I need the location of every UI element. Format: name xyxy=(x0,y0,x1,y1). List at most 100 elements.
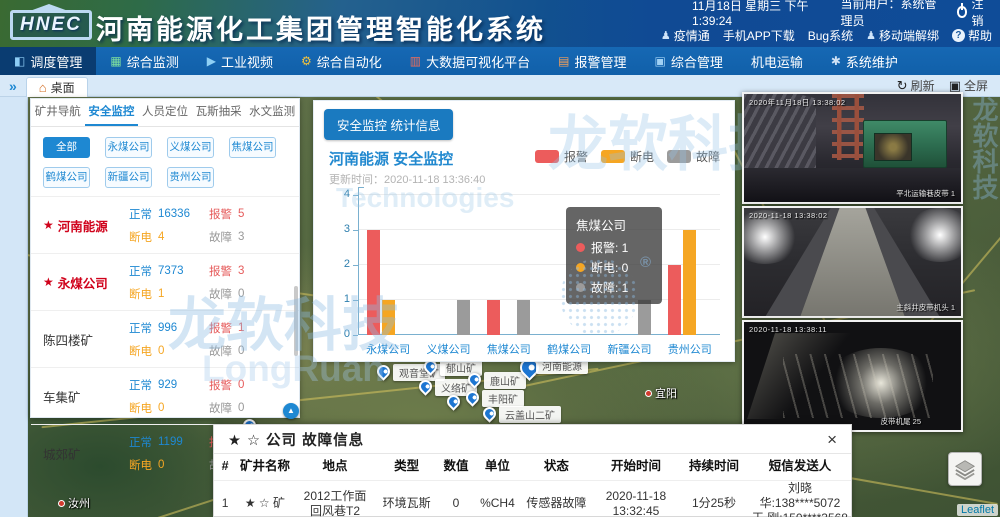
collapse-sidebar-button[interactable]: » xyxy=(0,78,26,94)
legend-swatch xyxy=(535,150,559,163)
filter-button-5[interactable]: 鹤煤公司 xyxy=(43,167,90,188)
camera-feed-2[interactable]: 2020-11-18 13:38:02 主斜井皮带机头 1 xyxy=(742,206,963,318)
stat-fault: 故障3 xyxy=(209,229,289,245)
stat-value: 0 xyxy=(238,345,244,357)
bar-故障[interactable] xyxy=(638,300,651,335)
scrollbar[interactable] xyxy=(294,286,298,356)
stat-label: 报警 xyxy=(209,263,232,279)
fault-table-header: #矿井名称地点类型数值单位状态开始时间持续时间短信发送人 xyxy=(214,454,851,481)
nav-item-2[interactable]: ▦综合监测 xyxy=(96,47,192,75)
camera2-label: 主斜井皮带机头 1 xyxy=(896,302,955,313)
panel-tab-3[interactable]: 人员定位 xyxy=(138,99,192,126)
tab-desktop[interactable]: ⌂ 桌面 xyxy=(26,77,88,97)
map-pin[interactable]: 丰阳矿 xyxy=(466,391,479,404)
header-link-2[interactable]: 手机APP下载 xyxy=(723,27,795,44)
nav-item-icon: ✱ xyxy=(831,55,841,67)
star-icon: ★ xyxy=(43,218,54,232)
header-link-1[interactable]: ♟疫情通 xyxy=(661,27,710,44)
filter-button-1[interactable]: 全部 xyxy=(43,137,90,158)
table-row[interactable]: 1★ ☆ 矿2012工作面 回风巷T2环境瓦斯0%CH4传感器故障2020-11… xyxy=(214,481,851,517)
scroll-up-button[interactable]: ▲ xyxy=(283,403,299,419)
column-header-8: 开始时间 xyxy=(593,459,679,475)
collapsed-sidebar-strip xyxy=(0,97,28,517)
nav-item-5[interactable]: ▥大数据可视化平台 xyxy=(396,47,544,75)
bar-故障[interactable] xyxy=(517,300,530,335)
statistics-header-button[interactable]: 安全监控 统计信息 xyxy=(324,109,453,140)
filter-button-7[interactable]: 贵州公司 xyxy=(167,167,214,188)
panel-tab-2[interactable]: 安全监控 xyxy=(85,99,139,126)
nav-item-icon: ▣ xyxy=(654,55,665,67)
header-link-5[interactable]: ?帮助 xyxy=(952,27,992,44)
nav-item-label: 调度管理 xyxy=(30,52,82,71)
nav-item-8[interactable]: 机电运输 xyxy=(737,47,817,75)
nav-item-9[interactable]: ✱系统维护 xyxy=(817,47,912,75)
stat-value: 3 xyxy=(238,265,244,277)
map-pin[interactable]: 鹿山矿 xyxy=(468,373,481,386)
map-pin[interactable]: 观音堂矿 xyxy=(377,365,390,378)
panel-tab-1[interactable]: 矿井导航 xyxy=(31,99,85,126)
table-cell-7: 传感器故障 xyxy=(520,496,593,511)
company-name: ★永煤公司 xyxy=(43,273,129,292)
company-row[interactable]: ★河南能源正常16336报警5断电4故障3 xyxy=(31,196,299,253)
camera-feed-3[interactable]: 2020-11-18 13:38:11 皮带机尾 25 xyxy=(742,320,963,432)
fault-panel-title: ★ ☆ 公司 故障信息 xyxy=(228,429,364,450)
header-link-4[interactable]: ♟移动端解绑 xyxy=(866,27,939,44)
company-row[interactable]: 车集矿正常929报警0断电0故障0 xyxy=(31,367,299,424)
company-name-text: 城郊矿 xyxy=(43,444,81,463)
bar-故障[interactable] xyxy=(457,300,470,335)
filter-button-6[interactable]: 新疆公司 xyxy=(105,167,152,188)
legend-item[interactable]: 断电 xyxy=(601,148,654,165)
city-name: 汝州 xyxy=(68,495,90,511)
map-pin[interactable]: 义络矿 xyxy=(419,380,432,393)
close-icon[interactable]: × xyxy=(827,431,837,448)
nav-item-1[interactable]: ◧ 调度管理 xyxy=(0,47,96,75)
filter-button-3[interactable]: 义煤公司 xyxy=(167,137,214,158)
bar-报警[interactable] xyxy=(668,265,681,335)
bar-报警[interactable] xyxy=(367,230,380,335)
stat-fault: 故障0 xyxy=(209,343,289,359)
person-icon: ♟ xyxy=(661,29,671,42)
nav-item-3[interactable]: ▶工业视频 xyxy=(193,47,287,75)
nav-item-6[interactable]: ▤报警管理 xyxy=(544,47,640,75)
nav-item-7[interactable]: ▣ 综合管理 xyxy=(640,47,736,75)
table-cell-5: 0 xyxy=(437,496,475,511)
table-cell-9: 1分25秒 xyxy=(679,496,749,511)
panel-tab-4[interactable]: 瓦斯抽采 xyxy=(192,99,246,126)
bar-断电[interactable] xyxy=(683,230,696,335)
nav-item-icon: ◧ xyxy=(14,55,25,67)
fullscreen-label: 全屏 xyxy=(964,77,988,94)
map-layers-button[interactable] xyxy=(948,452,982,486)
header-status-row: 11月18日 星期三 下午1:39:24 当前用户：系统管理员 注销 xyxy=(692,0,992,24)
stat-value: 4 xyxy=(158,231,164,243)
star-icon: ★ xyxy=(43,275,54,289)
map-city-label: 宜阳 xyxy=(645,385,677,401)
table-cell-3: 2012工作面 回风巷T2 xyxy=(294,489,377,517)
legend-item[interactable]: 故障 xyxy=(667,148,720,165)
company-row[interactable]: ★永煤公司正常7373报警3断电1故障0 xyxy=(31,253,299,310)
nav-item-icon: ▶ xyxy=(207,55,216,67)
category-bars xyxy=(427,195,470,335)
bar-断电[interactable] xyxy=(382,300,395,335)
filter-button-2[interactable]: 永煤公司 xyxy=(105,137,152,158)
legend-item[interactable]: 报警 xyxy=(535,148,588,165)
chart-category: 永煤公司 xyxy=(358,195,418,365)
stat-label: 断电 xyxy=(129,457,152,473)
nav-item-4[interactable]: ⚙综合自动化 xyxy=(287,47,396,75)
map-attribution[interactable]: Leaflet xyxy=(957,504,998,516)
app-title: 河南能源化工集团管理智能化系统 xyxy=(96,8,546,47)
category-bars xyxy=(668,195,711,335)
camera-feed-1[interactable]: 2020年11月18日 13:38:02 平北运输巷皮带 1 xyxy=(742,92,963,204)
bar-报警[interactable] xyxy=(487,300,500,335)
nav-item-label: 报警管理 xyxy=(574,52,626,71)
nav-item-label: 综合管理 xyxy=(671,52,723,71)
fault-table-body: 1★ ☆ 矿2012工作面 回风巷T2环境瓦斯0%CH4传感器故障2020-11… xyxy=(214,481,851,517)
table-cell-10: 刘晓华:138****5072 王 刚:150****3568 xyxy=(749,481,851,517)
header-link-3[interactable]: Bug系统 xyxy=(808,27,853,44)
legend-label: 断电 xyxy=(630,148,654,165)
filter-button-4[interactable]: 焦煤公司 xyxy=(229,137,276,158)
panel-tab-5[interactable]: 水文监测 xyxy=(245,99,299,126)
map-pin[interactable] xyxy=(447,395,460,408)
company-row[interactable]: 陈四楼矿正常996报警1断电0故障0 xyxy=(31,310,299,367)
map-pin[interactable]: 云盖山二矿 xyxy=(483,407,496,420)
logout-button[interactable]: 注销 xyxy=(957,0,992,29)
